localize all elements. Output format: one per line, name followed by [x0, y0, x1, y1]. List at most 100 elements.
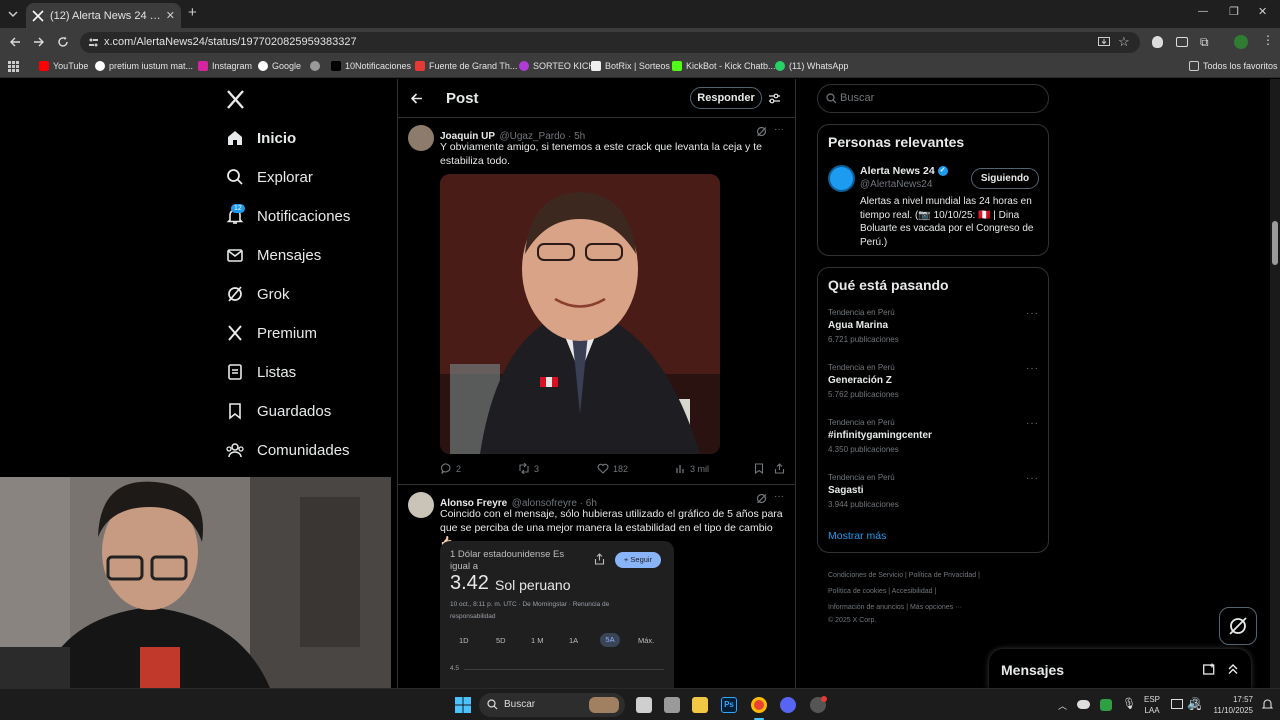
browser-menu-icon[interactable]: ⋮ [1262, 33, 1274, 47]
install-app-icon[interactable] [1098, 37, 1110, 48]
range-max[interactable]: Máx. [638, 636, 654, 645]
bookmark-10notificaciones[interactable]: 10Notificaciones [331, 61, 411, 71]
avatar[interactable] [408, 492, 434, 518]
messages-drawer[interactable]: Mensajes [989, 649, 1251, 688]
range-1a[interactable]: 1A [569, 636, 578, 645]
grok-floating-button[interactable] [1219, 607, 1257, 645]
currency-card[interactable]: 1 Dólar estadounidense Es igual a 3.42 S… [440, 541, 674, 688]
views-action[interactable]: 3 mil [675, 463, 709, 474]
extensions-puzzle-icon[interactable]: ⧉ [1200, 35, 1209, 50]
bookmark-instagram[interactable]: Instagram [198, 61, 252, 71]
all-favorites[interactable]: Todos los favoritos [1189, 61, 1278, 71]
bookmark-whatsapp[interactable]: (11) WhatsApp [775, 61, 848, 71]
extension-icon-2[interactable] [1176, 37, 1188, 47]
site-info-icon[interactable] [88, 37, 99, 48]
new-tab-button[interactable]: + [188, 4, 197, 21]
search-input[interactable]: Buscar [817, 84, 1049, 113]
extension-icon-1[interactable] [1152, 36, 1163, 48]
nav-messages[interactable]: Mensajes [226, 246, 321, 264]
tweet-image[interactable] [440, 174, 720, 454]
range-5a[interactable]: 5A [600, 633, 620, 647]
clock[interactable]: 17:57 11/10/2025 [1205, 694, 1253, 716]
reload-icon[interactable] [57, 36, 69, 48]
nav-home[interactable]: Inicio [226, 129, 296, 147]
trend-more-icon[interactable]: ··· [1026, 418, 1039, 429]
repost-action[interactable]: 3 [518, 463, 539, 474]
onedrive-icon[interactable] [1077, 700, 1090, 709]
range-1m[interactable]: 1 M [531, 636, 544, 645]
notifications-bell-icon[interactable] [1262, 698, 1273, 710]
bookmark-unnamed[interactable] [310, 61, 324, 71]
chrome-icon[interactable] [751, 697, 767, 713]
like-action[interactable]: 182 [597, 463, 628, 474]
card-follow-button[interactable]: + Seguir [615, 552, 661, 568]
nav-explore[interactable]: Explorar [226, 168, 313, 186]
tab-close-icon[interactable]: ✕ [166, 9, 175, 22]
tray-chevron-icon[interactable]: ︿ [1058, 699, 1067, 712]
bookmark-botrix[interactable]: BotRix | Sorteos [591, 61, 670, 71]
tab-search-icon[interactable] [7, 8, 19, 20]
alerta-news-avatar[interactable] [828, 165, 855, 192]
nav-communities[interactable]: Comunidades [226, 441, 350, 459]
profile-avatar[interactable] [1234, 35, 1248, 49]
reply-action[interactable]: 2 [441, 463, 461, 474]
bookmark-grand-theft[interactable]: Fuente de Grand Th... [415, 61, 517, 71]
nav-lists[interactable]: Listas [226, 363, 296, 381]
back-arrow-icon[interactable] [410, 92, 423, 105]
trend-item[interactable]: Tendencia en Perú Generación Z 5.762 pub… [828, 363, 899, 399]
apps-grid-icon[interactable] [8, 61, 19, 72]
minimize-button[interactable]: — [1198, 6, 1208, 17]
relevant-name[interactable]: Alerta News 24 ✓ [860, 165, 948, 177]
discord-icon[interactable] [780, 697, 796, 713]
nav-bookmarks[interactable]: Guardados [226, 402, 331, 420]
app-icon[interactable] [664, 697, 680, 713]
bookmark-action-icon[interactable] [754, 463, 764, 474]
card-share-icon[interactable] [594, 553, 605, 565]
task-view-icon[interactable] [636, 697, 652, 713]
windows-start-icon[interactable] [455, 697, 471, 713]
volume-icon[interactable]: 🔊 [1187, 697, 1201, 710]
display-icon[interactable] [1171, 699, 1183, 709]
expand-icon[interactable] [1227, 663, 1239, 675]
bookmark-pretium[interactable]: pretium iustum mat... [95, 61, 193, 71]
file-explorer-icon[interactable] [692, 697, 708, 713]
footer-line-2[interactable]: Política de cookies | Accesibilidad | [828, 584, 980, 600]
back-icon[interactable] [9, 36, 21, 48]
footer-line-1[interactable]: Condiciones de Servicio | Política de Pr… [828, 568, 980, 584]
bookmark-google[interactable]: Google [258, 61, 301, 71]
restore-button[interactable]: ❐ [1229, 5, 1239, 18]
trend-more-icon[interactable]: ··· [1026, 363, 1039, 374]
x-home-logo[interactable] [226, 90, 245, 109]
microphone-icon[interactable]: 🎙 [1122, 697, 1136, 710]
footer-line-3[interactable]: Información de anuncios | Más opciones ·… [828, 600, 980, 616]
avatar[interactable] [408, 125, 434, 151]
share-icon[interactable] [774, 463, 785, 474]
page-scrollbar[interactable] [1270, 79, 1280, 688]
browser-tab[interactable]: (12) Alerta News 24 en X: "PE | A ✕ [26, 3, 181, 28]
trend-item[interactable]: Tendencia en Perú #infinitygamingcenter … [828, 418, 932, 454]
security-icon[interactable] [1100, 699, 1112, 711]
forward-icon[interactable] [33, 36, 45, 48]
bookmark-star-icon[interactable]: ☆ [1118, 31, 1130, 52]
more-options-icon[interactable]: ··· [774, 124, 784, 135]
nav-grok[interactable]: Grok [226, 285, 290, 303]
new-message-icon[interactable] [1203, 663, 1216, 675]
bookmark-youtube[interactable]: YouTube [39, 61, 88, 71]
trend-item[interactable]: Tendencia en Perú Agua Marina 6.721 publ… [828, 308, 899, 344]
close-window-button[interactable]: ✕ [1258, 5, 1267, 18]
more-options-icon[interactable]: ··· [774, 491, 784, 502]
filter-sliders-icon[interactable] [768, 92, 781, 105]
photoshop-icon[interactable]: Ps [721, 697, 737, 713]
following-button[interactable]: Siguiendo [971, 168, 1039, 189]
address-bar[interactable]: x.com/AlertaNews24/status/19770208259593… [80, 32, 1140, 53]
grok-explain-icon[interactable] [756, 126, 767, 137]
grok-explain-icon[interactable] [756, 493, 767, 504]
range-1d[interactable]: 1D [459, 636, 469, 645]
taskbar-search[interactable]: Buscar [479, 693, 625, 717]
language-indicator[interactable]: ESP LAA [1144, 694, 1160, 716]
nav-premium[interactable]: Premium [226, 324, 317, 342]
scrollbar-thumb[interactable] [1272, 221, 1278, 265]
bookmark-kickbot[interactable]: KickBot - Kick Chatb... [672, 61, 776, 71]
range-5d[interactable]: 5D [496, 636, 506, 645]
reply-sort-button[interactable]: Responder [690, 87, 762, 109]
